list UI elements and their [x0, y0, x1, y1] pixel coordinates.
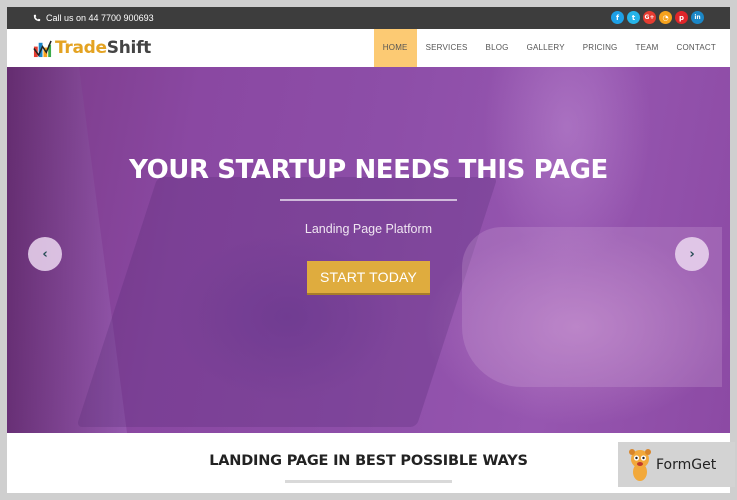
twitter-icon[interactable]: t [627, 11, 640, 24]
brand-name-shift: Shift [106, 38, 152, 58]
section-divider [285, 480, 452, 483]
brand-name-trade: Trade [55, 38, 107, 58]
facebook-icon[interactable]: f [611, 11, 624, 24]
nav-item-contact[interactable]: CONTACT [668, 29, 730, 67]
chevron-left-icon: ‹ [42, 246, 48, 262]
social-links: f t G+ ◔ p in [611, 11, 704, 24]
main-nav: Trade Shift HOME SERVICES BLOG GALLERY PR… [7, 29, 730, 67]
hero-title: YOUR STARTUP NEEDS THIS PAGE [129, 155, 608, 185]
pinterest-icon[interactable]: p [675, 11, 688, 24]
nav-item-services[interactable]: SERVICES [417, 29, 477, 67]
brand-logo[interactable]: Trade Shift [33, 38, 151, 58]
chevron-right-icon: › [689, 246, 695, 262]
nav-item-team[interactable]: TEAM [626, 29, 667, 67]
call-text: Call us on 44 7700 900693 [46, 13, 154, 23]
nav-item-home[interactable]: HOME [373, 29, 417, 67]
nav-item-blog[interactable]: BLOG [477, 29, 518, 67]
hero-subtitle: Landing Page Platform [304, 222, 433, 236]
call-info: Call us on 44 7700 900693 [33, 13, 154, 23]
chart-logo-icon [33, 40, 52, 57]
page-frame: Call us on 44 7700 900693 f t G+ ◔ p in … [7, 7, 730, 493]
nav-item-gallery[interactable]: GALLERY [518, 29, 574, 67]
hero-bg-laptop [76, 177, 498, 427]
linkedin-icon[interactable]: in [691, 11, 704, 24]
phone-icon [33, 14, 41, 22]
hero-divider [280, 199, 457, 201]
formget-label: FormGet [656, 456, 717, 473]
slider-next-button[interactable]: › [675, 237, 709, 271]
rss-icon[interactable]: ◔ [659, 11, 672, 24]
nav-item-pricing[interactable]: PRICING [574, 29, 627, 67]
slider-prev-button[interactable]: ‹ [28, 237, 62, 271]
start-today-button[interactable]: START TODAY [307, 261, 430, 293]
google-plus-icon[interactable]: G+ [643, 11, 656, 24]
hero-slider: YOUR STARTUP NEEDS THIS PAGE Landing Pag… [7, 67, 730, 433]
formget-mascot-icon [629, 448, 651, 481]
formget-watermark: FormGet [618, 442, 735, 487]
top-bar: Call us on 44 7700 900693 f t G+ ◔ p in [7, 7, 730, 29]
nav-menu: HOME SERVICES BLOG GALLERY PRICING TEAM … [373, 29, 730, 67]
